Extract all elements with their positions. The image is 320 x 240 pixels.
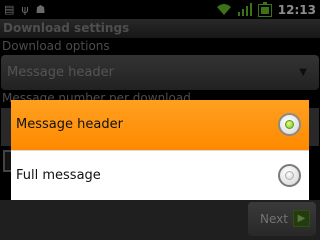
option-full-message[interactable]: Full message [11,150,309,200]
download-options-dialog: Message header Full message [11,100,309,200]
radio-selected-icon[interactable] [278,113,301,136]
option-label: Full message [16,168,101,183]
radio-unselected-icon[interactable] [278,164,301,187]
option-label: Message header [16,117,123,132]
option-message-header[interactable]: Message header [11,100,309,150]
